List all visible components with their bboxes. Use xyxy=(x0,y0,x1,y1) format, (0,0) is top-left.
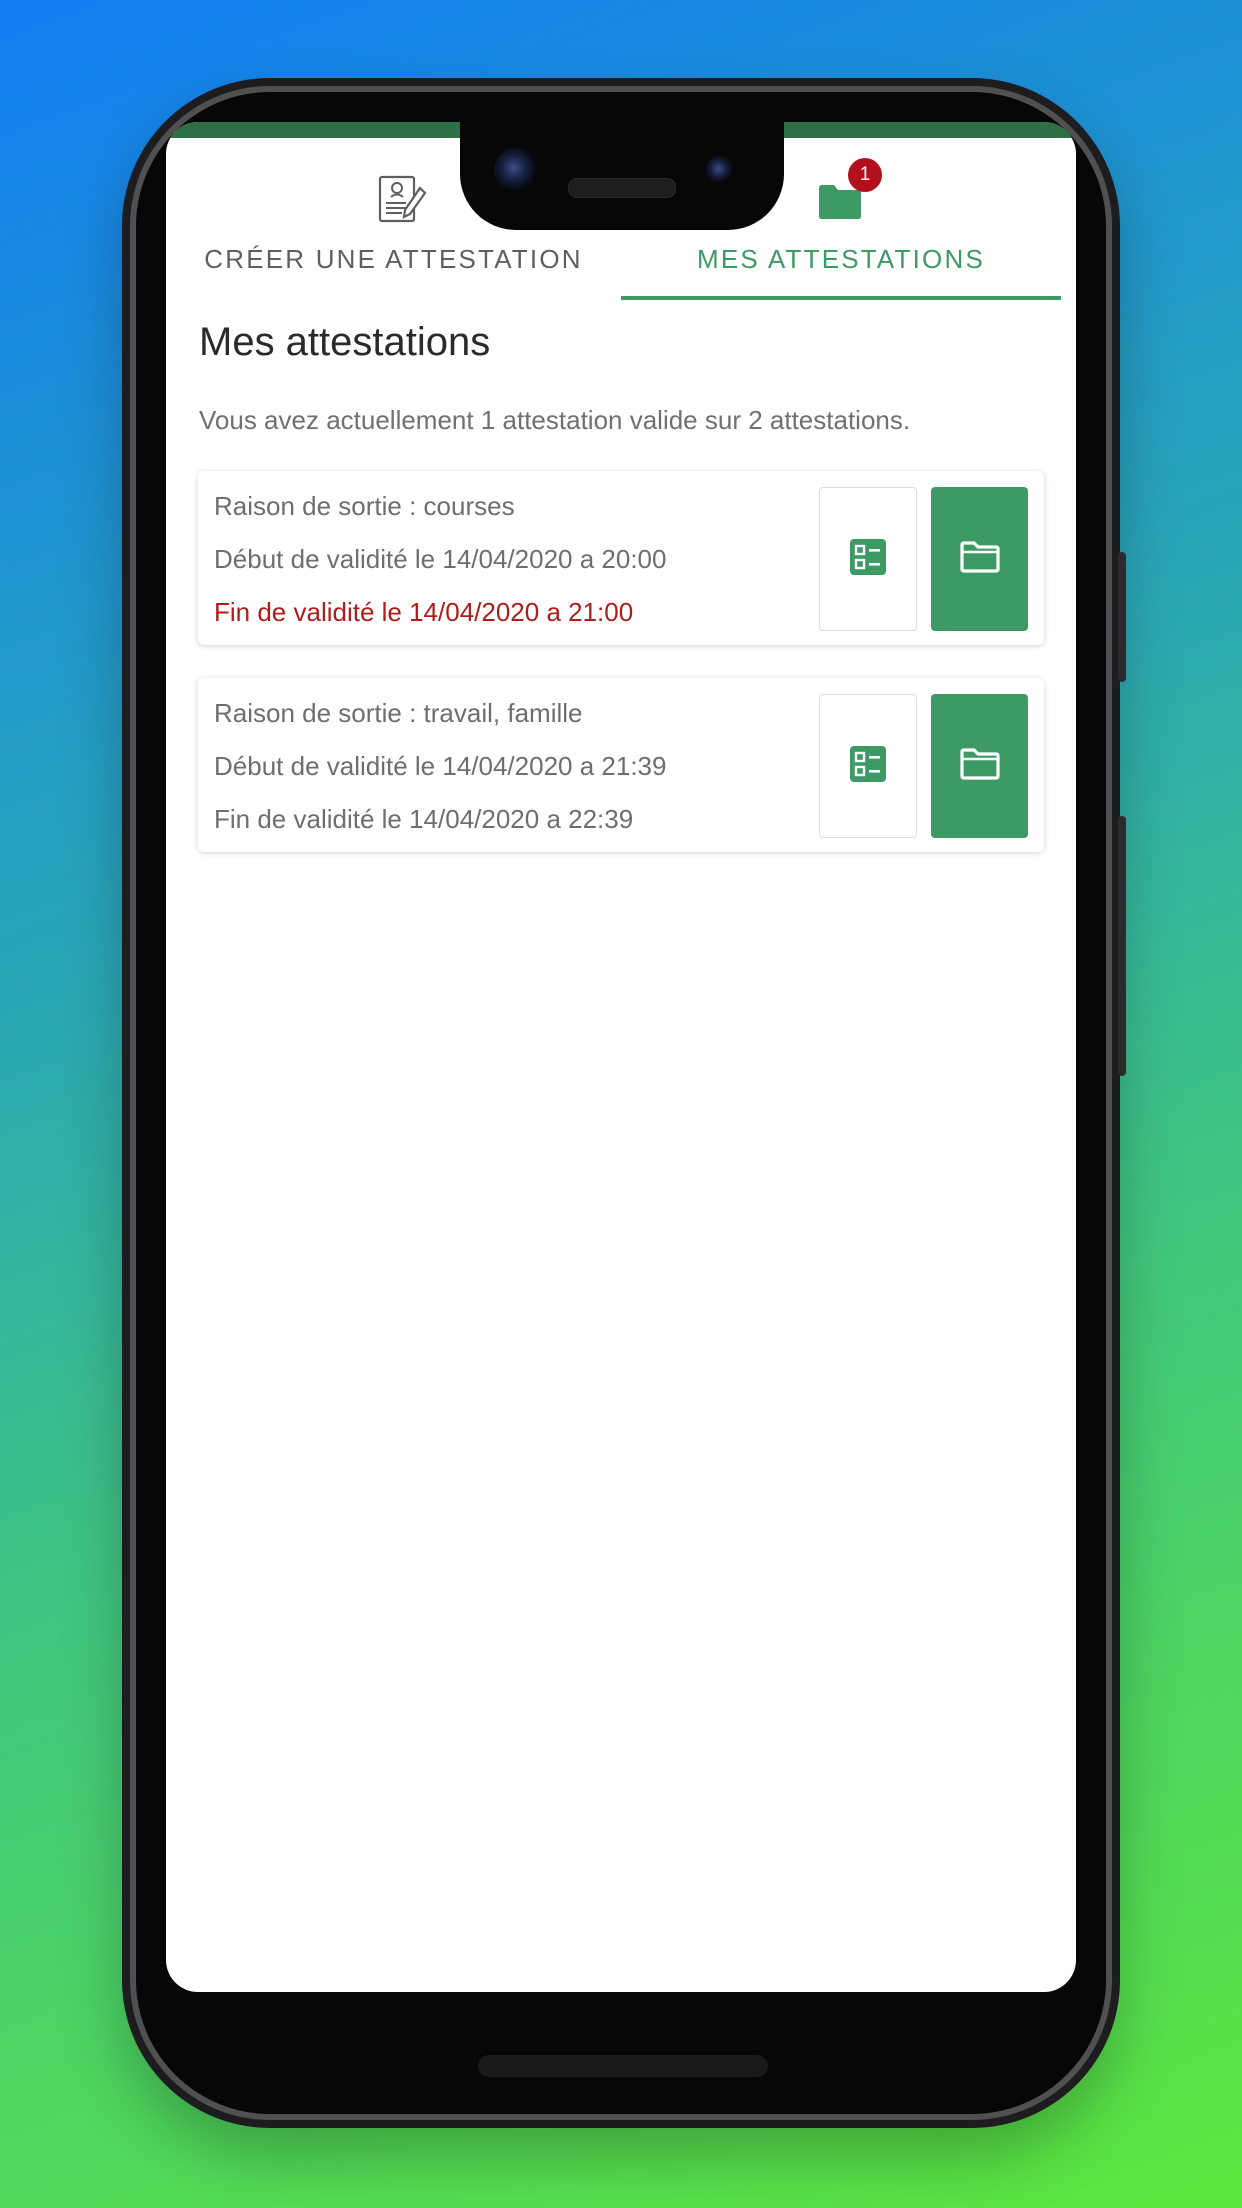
folder-icon xyxy=(959,540,1001,579)
show-qr-code-button[interactable] xyxy=(819,694,917,838)
open-pdf-button[interactable] xyxy=(931,694,1028,838)
validity-end: Fin de validité le 14/04/2020 a 21:00 xyxy=(214,597,634,627)
tab-my-attestations-label: MES ATTESTATIONS xyxy=(696,244,985,274)
front-sensor xyxy=(706,156,734,184)
show-qr-code-button[interactable] xyxy=(819,487,917,631)
page-title: Mes attestations xyxy=(199,320,491,364)
power-button xyxy=(1118,552,1126,682)
volume-button xyxy=(1118,816,1126,1076)
earpiece-speaker xyxy=(568,178,676,198)
app-screen: CRÉER UNE ATTESTATION 1 MES ATTESTATIONS… xyxy=(166,122,1076,1992)
front-camera xyxy=(494,148,538,192)
active-tab-indicator xyxy=(621,296,1061,300)
attestation-card: Raison de sortie : travail, famille Débu… xyxy=(198,678,1044,852)
qr-code-icon xyxy=(850,745,886,787)
validity-summary: Vous avez actuellement 1 attestation val… xyxy=(199,405,911,435)
home-indicator xyxy=(478,2055,768,2077)
qr-code-icon xyxy=(850,538,886,580)
exit-reason: Raison de sortie : travail, famille xyxy=(214,698,583,728)
validity-start: Début de validité le 14/04/2020 a 20:00 xyxy=(214,544,667,574)
display-notch xyxy=(460,122,784,230)
validity-end: Fin de validité le 14/04/2020 a 22:39 xyxy=(214,804,634,834)
open-pdf-button[interactable] xyxy=(931,487,1028,631)
document-pen-icon xyxy=(376,174,428,231)
validity-start: Début de validité le 14/04/2020 a 21:39 xyxy=(214,751,667,781)
attestation-card: Raison de sortie : courses Début de vali… xyxy=(198,471,1044,645)
notification-badge: 1 xyxy=(848,158,882,192)
folder-icon xyxy=(959,747,1001,786)
tab-create-label: CRÉER UNE ATTESTATION xyxy=(204,244,583,274)
exit-reason: Raison de sortie : courses xyxy=(214,491,515,521)
